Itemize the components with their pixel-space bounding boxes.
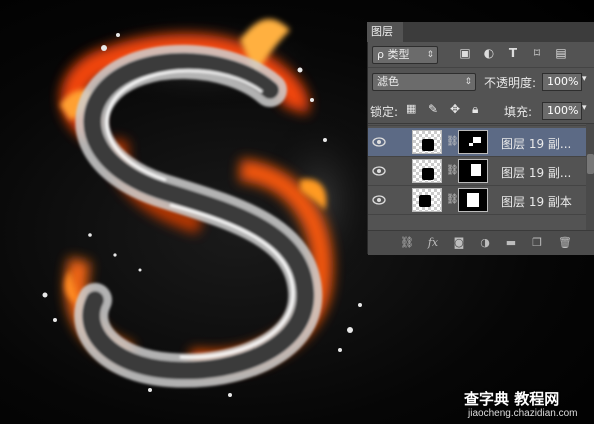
layer-content [422, 168, 434, 180]
layer-content [422, 139, 434, 151]
layer-mask-thumbnail[interactable] [458, 159, 488, 183]
layer-name[interactable]: 图层 19 副... [501, 164, 571, 181]
image-filter-icon[interactable]: ▣ [458, 46, 472, 60]
filter-type-label: ρ 类型 [377, 48, 410, 61]
lock-row: 锁定: ▦ ✎ ✥ 🔒︎ 填充: 100% ▾ [368, 98, 594, 124]
scrollbar-thumb[interactable] [587, 154, 594, 174]
eye-icon[interactable] [372, 165, 386, 177]
lock-transparent-icon[interactable]: ▦ [406, 102, 416, 115]
watermark-title: 查字典 教程网 [464, 390, 560, 408]
eye-icon[interactable] [372, 194, 386, 206]
opacity-label: 不透明度: [484, 76, 537, 90]
trash-icon[interactable]: 🗑︎ [558, 236, 572, 250]
lock-all-icon[interactable]: 🔒︎ [472, 102, 478, 117]
layer-thumbnail [412, 159, 442, 183]
layers-scrollbar[interactable] [586, 124, 594, 230]
adjustment-filter-icon[interactable]: ◐ [482, 46, 496, 60]
layers-panel-tabbar: 图层 [367, 22, 594, 43]
lock-paint-icon[interactable]: ✎ [428, 102, 438, 116]
layer-row[interactable]: ⛓︎ 图层 19 副... [368, 157, 586, 186]
chain-link-icon[interactable]: ⛓︎ [446, 165, 459, 176]
layer-mask-thumbnail[interactable] [458, 188, 488, 212]
new-layer-icon[interactable]: ❐ [530, 236, 544, 250]
blend-row: 滤色 ⇕ 不透明度: 100% ▾ [368, 70, 594, 94]
type-filter-icon[interactable]: T [506, 46, 520, 60]
chain-link-icon[interactable]: ⛓︎ [446, 136, 459, 147]
layers-bottom-bar: ⛓︎ fx ◙ ◑ ▬ ❐ 🗑︎ [368, 230, 594, 255]
link-icon[interactable]: ⛓︎ [400, 236, 414, 250]
chain-link-icon[interactable]: ⛓︎ [446, 194, 459, 205]
opacity-field[interactable]: 100% [542, 73, 582, 91]
filter-type-select[interactable]: ρ 类型 ⇕ [372, 46, 438, 64]
blend-mode-value: 滤色 [377, 75, 399, 88]
layers-list: ⛓︎ 图层 19 副... ⛓︎ 图层 19 副... ⛓︎ 图层 19 副本 [368, 124, 594, 230]
layer-row[interactable]: ⛓︎ 图层 19 副本 [368, 186, 586, 215]
fill-field[interactable]: 100% [542, 102, 582, 120]
layer-name[interactable]: 图层 19 副本 [501, 193, 572, 210]
chevron-updown-icon: ⇕ [464, 77, 472, 87]
layers-panel: ρ 类型 ⇕ ▣ ◐ T ⌑ ▤ 滤色 ⇕ 不透明度: 100% ▾ 锁定: ▦… [367, 42, 594, 255]
fill-label: 填充: [504, 105, 533, 119]
mask-icon[interactable]: ◙ [452, 236, 466, 250]
blend-mode-select[interactable]: 滤色 ⇕ [372, 73, 476, 91]
layer-mask-thumbnail[interactable] [458, 130, 488, 154]
eye-icon[interactable] [372, 136, 386, 148]
layer-content [419, 195, 431, 207]
watermark-url: jiaocheng.chazidian.com [468, 408, 578, 419]
lock-move-icon[interactable]: ✥ [450, 102, 460, 116]
layer-name[interactable]: 图层 19 副... [501, 135, 571, 152]
smart-object-filter-icon[interactable]: ▤ [554, 46, 568, 60]
layer-row-partial[interactable] [368, 215, 586, 230]
layer-row-partial[interactable] [368, 124, 586, 126]
layer-thumbnail [412, 130, 442, 154]
layer-thumbnail [412, 188, 442, 212]
shape-filter-icon[interactable]: ⌑ [530, 46, 544, 60]
folder-icon[interactable]: ▬ [504, 236, 518, 250]
tab-layers[interactable]: 图层 [367, 22, 403, 42]
lock-label: 锁定: [370, 105, 399, 119]
fill-dropdown-icon[interactable]: ▾ [582, 103, 587, 113]
watermark: 查字典 教程网 jiaocheng.chazidian.com [460, 388, 594, 424]
adjustment-icon[interactable]: ◑ [478, 236, 492, 250]
filter-row: ρ 类型 ⇕ ▣ ◐ T ⌑ ▤ [368, 42, 594, 68]
fx-icon[interactable]: fx [426, 236, 440, 250]
layer-row[interactable]: ⛓︎ 图层 19 副... [368, 128, 586, 157]
chevron-updown-icon: ⇕ [426, 50, 434, 60]
opacity-dropdown-icon[interactable]: ▾ [582, 74, 587, 84]
